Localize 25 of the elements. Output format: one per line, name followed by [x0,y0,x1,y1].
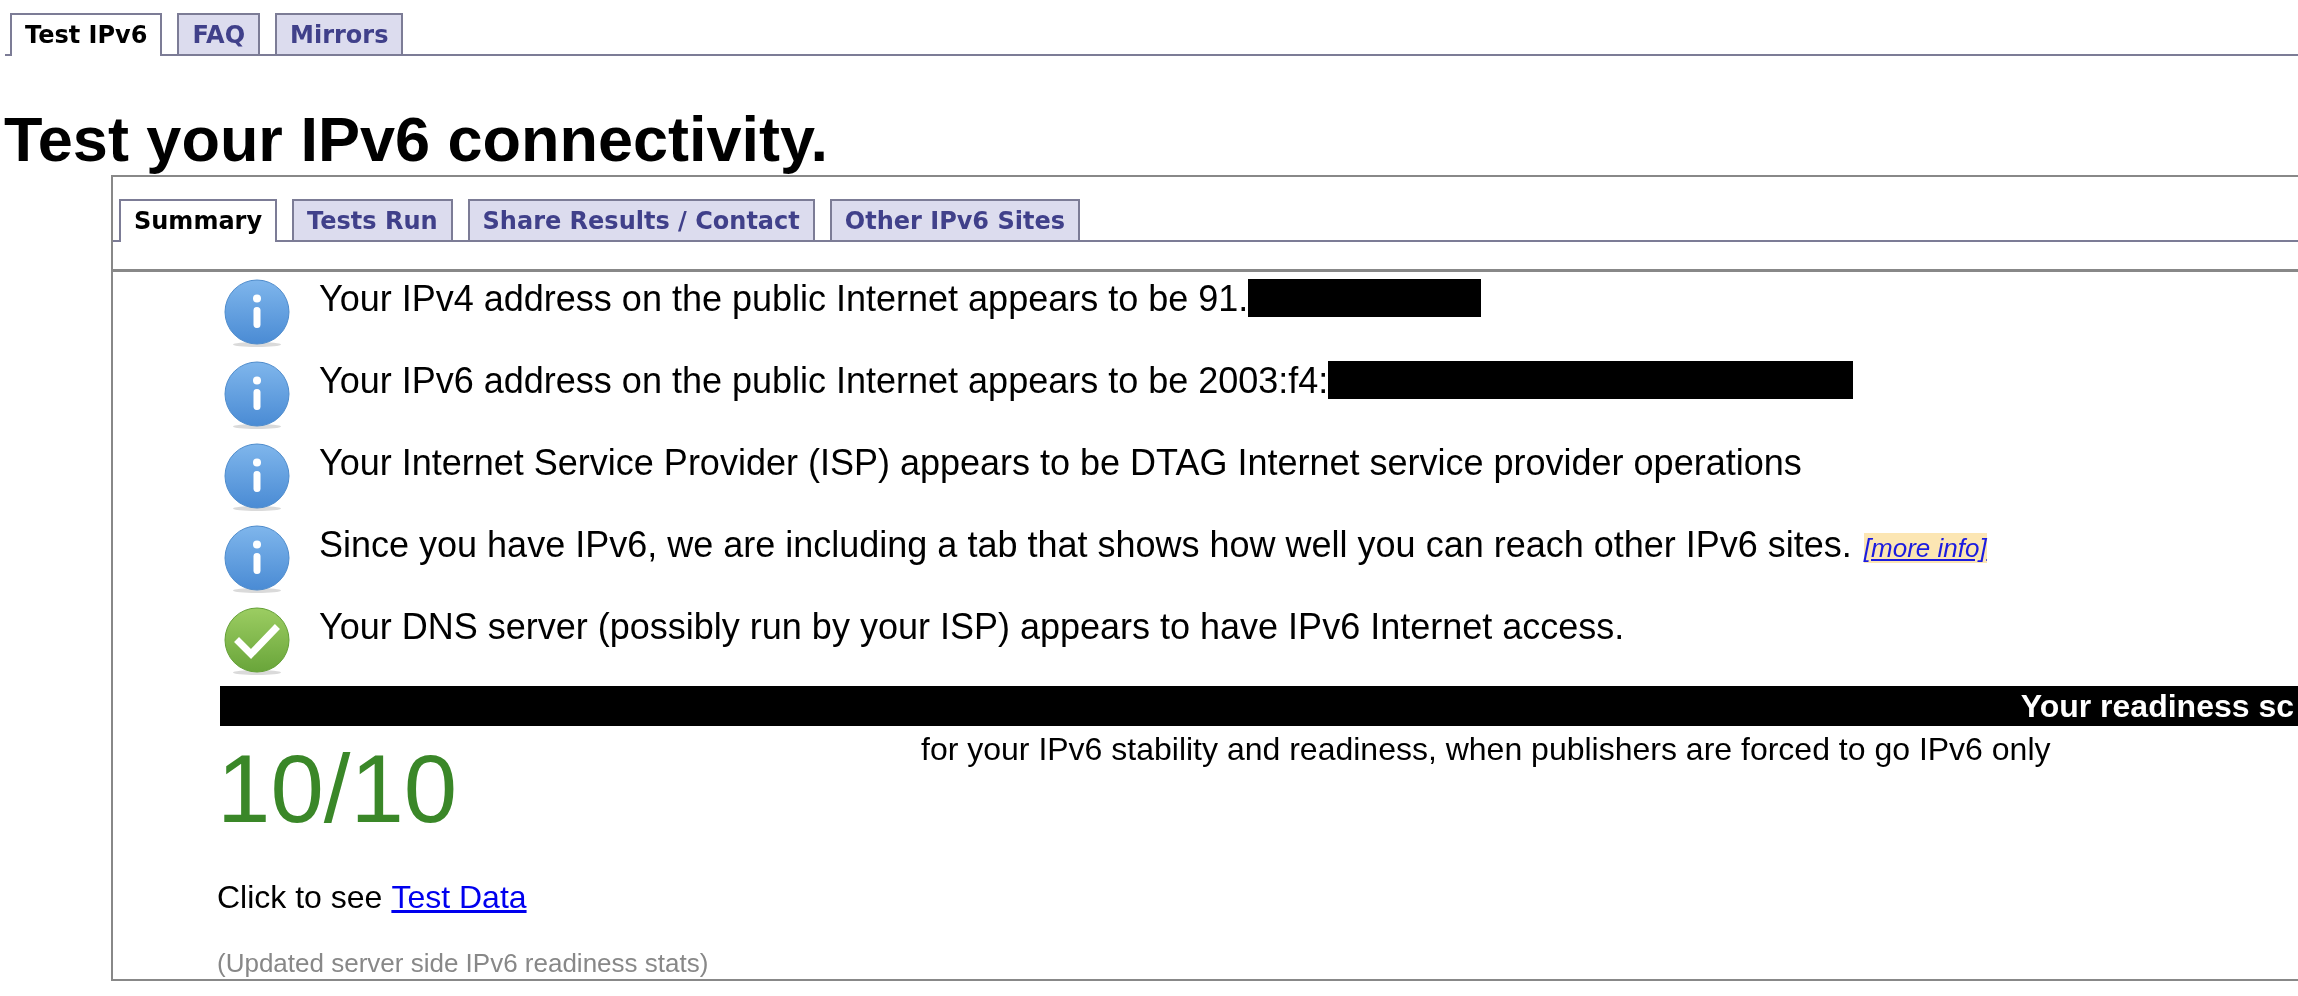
page-heading: Test your IPv6 connectivity. [3,103,829,175]
info-icon [223,443,291,511]
info-icon [223,361,291,429]
tab[interactable]: FAQ [177,13,261,54]
tab[interactable]: Test IPv6 [10,13,163,56]
score-header-bar: Your readiness sc [220,686,2298,726]
message-text: Your IPv4 address on the public Internet appears to be 91. [319,278,1249,319]
tab[interactable]: Summary [119,199,278,242]
score-value: 10/10 [217,739,458,839]
test-data-link[interactable]: Test Data [391,879,527,915]
message-text: Your IPv6 address on the public Internet appears to be 2003:f4: [319,360,1329,401]
tab[interactable]: Tests Run [292,199,453,240]
message-text: Your DNS server (possibly run by your ISP) appears to have IPv6 Internet access. [319,606,1625,647]
message-text: Your Internet Service Provider (ISP) appears to be DTAG Internet service provider operations [319,442,1802,483]
check-icon [223,607,291,675]
message-text: Since you have IPv6, we are including a tab that shows how well you can reach other IPv6 sites. [more info] [319,524,1987,565]
score-description: for your IPv6 stability and readiness, when publishers are forced to go IPv6 only [921,731,2051,768]
test-data-text: Click to see Test Data [217,879,527,915]
footnote-text: (Updated server side IPv6 readiness stats) [217,948,709,978]
info-icon [223,525,291,593]
tab[interactable]: Mirrors [275,13,404,54]
more-info-link[interactable]: [more info] [1863,533,1987,563]
tab[interactable]: Share Results / Contact [467,199,815,240]
info-icon [223,279,291,347]
tab[interactable]: Other IPv6 Sites [829,199,1080,240]
